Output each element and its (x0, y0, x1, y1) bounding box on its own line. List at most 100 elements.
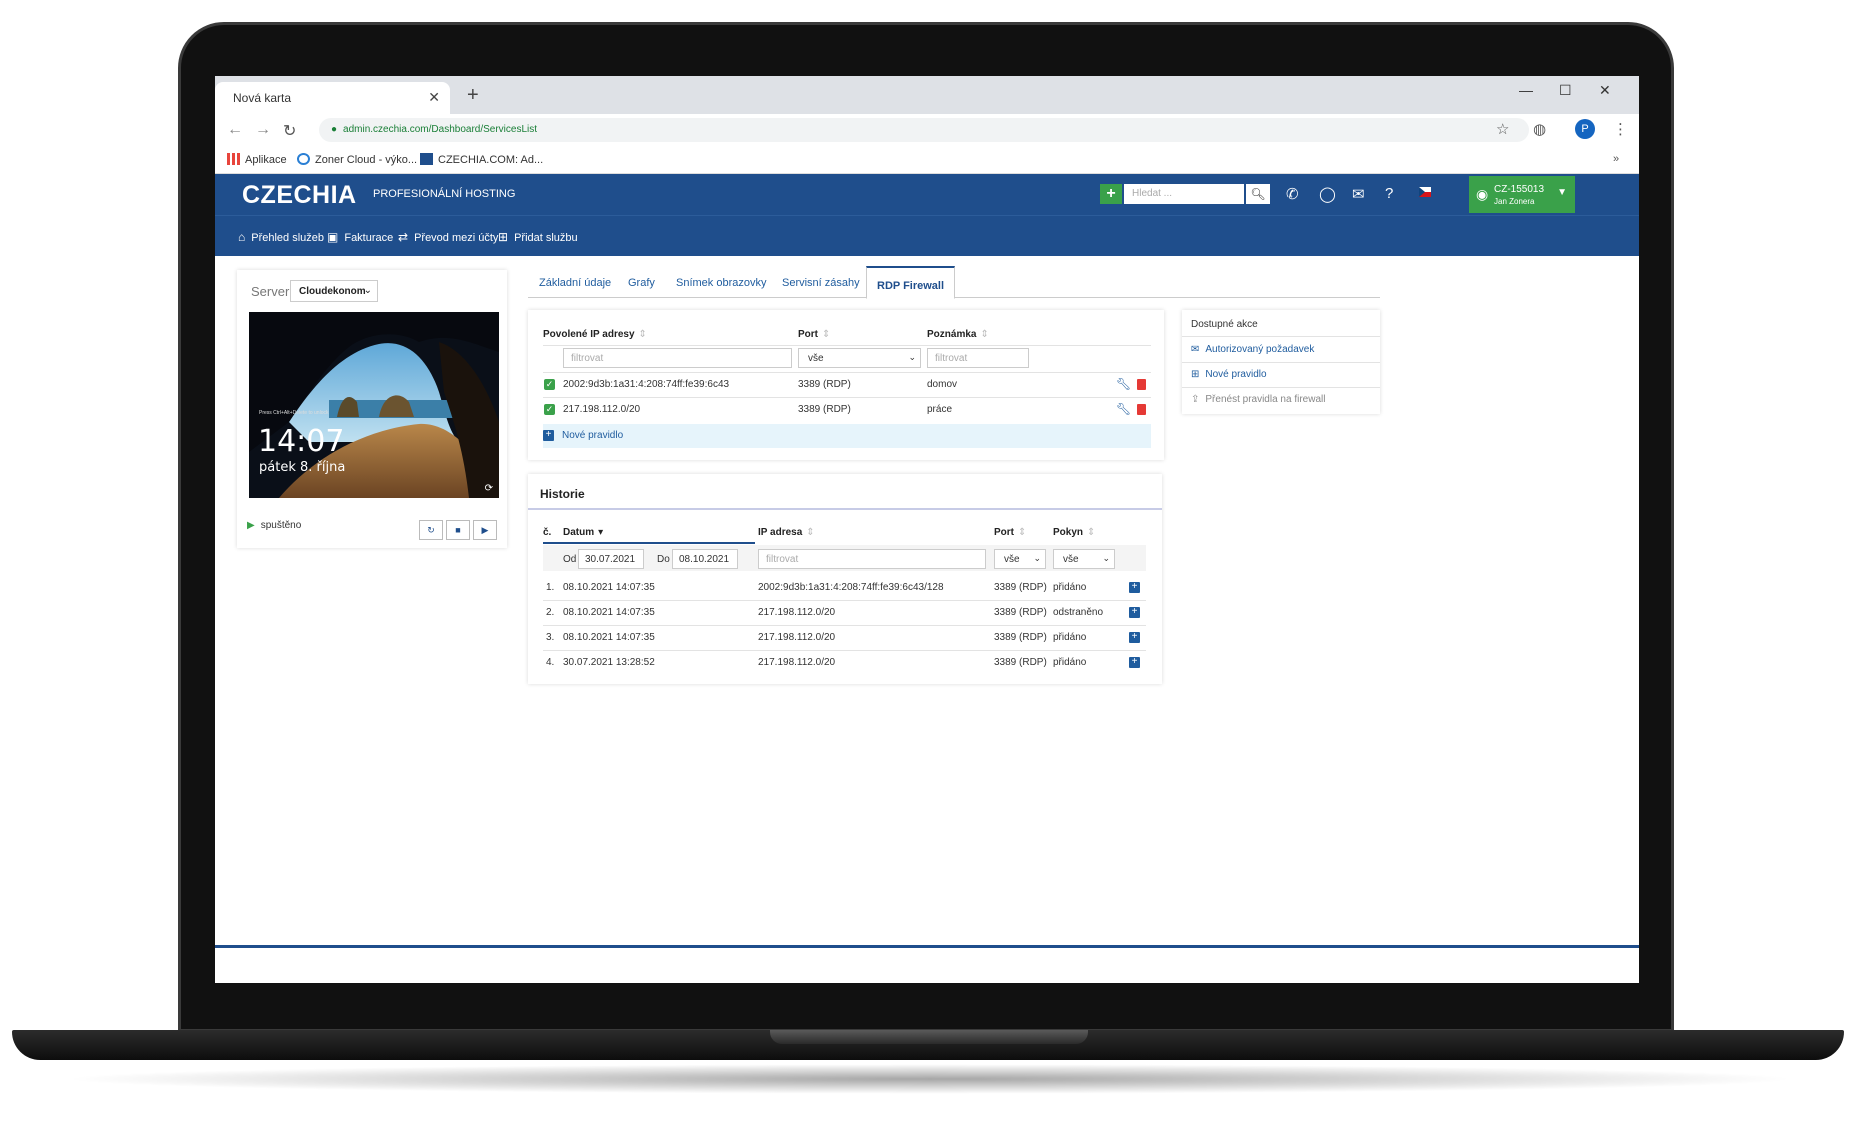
reload-icon[interactable]: ↻ (283, 121, 296, 141)
enabled-checkbox[interactable]: ✓ (544, 404, 555, 415)
divider (543, 650, 1146, 651)
tab-bar: Nová karta ✕ + — ☐ ✕ (215, 76, 1639, 114)
date-to-input[interactable]: 08.10.2021 (672, 549, 738, 569)
expand-plus-icon[interactable]: + (1129, 632, 1140, 643)
start-button[interactable]: ▶ (473, 520, 497, 540)
expand-plus-icon[interactable]: + (1129, 582, 1140, 593)
play-icon: ▶ (481, 525, 489, 535)
restart-button[interactable]: ↻ (419, 520, 443, 540)
new-rule-link[interactable]: Nové pravidlo (562, 430, 623, 441)
tab-rdp-firewall[interactable]: RDP Firewall (866, 266, 956, 299)
port-filter-select[interactable]: vše ⌄ (798, 348, 921, 368)
bookmark-apps[interactable]: Aplikace (227, 153, 287, 166)
maximize-icon[interactable]: ☐ (1559, 82, 1572, 99)
stop-button[interactable]: ■ (446, 520, 470, 540)
col-port[interactable]: Port ⇕ (994, 527, 1026, 538)
bookmark-czechia[interactable]: CZECHIA.COM: Ad... (420, 153, 543, 166)
czechia-logo[interactable]: CZECHIA (242, 181, 357, 210)
browser-menu-icon[interactable]: ⋮ (1613, 120, 1628, 138)
server-screenshot[interactable]: Press Ctrl+Alt+Delete to unlock 14:07 pá… (249, 312, 499, 498)
phone-icon[interactable]: ✆ (1286, 185, 1299, 203)
add-button[interactable]: + (1100, 184, 1122, 204)
history-title: Historie (540, 487, 585, 501)
col-date[interactable]: Datum ▾ (563, 527, 603, 538)
action-new-rule[interactable]: ⊞ Nové pravidlo (1191, 369, 1267, 380)
tab-graphs[interactable]: Grafy (628, 277, 655, 289)
row-action: přidáno (1053, 582, 1087, 593)
row-action: přidáno (1053, 657, 1087, 668)
more-bookmarks-icon[interactable]: » (1613, 153, 1619, 165)
close-window-icon[interactable]: ✕ (1599, 82, 1611, 99)
laptop-mockup: Nová karta ✕ + — ☐ ✕ ← → ↻ ● admin.czechi… (0, 0, 1858, 1138)
server-select[interactable]: Cloudekonom ⌄ (290, 280, 378, 302)
divider (1182, 362, 1380, 363)
col-allowed-ips[interactable]: Povolené IP adresy ⇕ (543, 329, 647, 340)
row-ip: 217.198.112.0/20 (758, 632, 836, 643)
enabled-checkbox[interactable]: ✓ (544, 379, 555, 390)
divider (1182, 387, 1380, 388)
back-icon[interactable]: ← (227, 121, 243, 139)
minimize-icon[interactable]: — (1519, 82, 1533, 98)
row-note: práce (927, 404, 953, 415)
new-rule-row[interactable]: + Nové pravidlo (543, 424, 1151, 448)
bookmark-star-icon[interactable]: ☆ (1496, 120, 1509, 138)
nav-add-service[interactable]: ⊞ Přidat službu (498, 230, 578, 244)
tab-basic-info[interactable]: Základní údaje (539, 277, 611, 289)
action-push-rules[interactable]: ⇪ Přenést pravidla na firewall (1191, 394, 1325, 405)
ip-filter-input[interactable]: filtrovat (563, 348, 792, 368)
nav-label: Přidat službu (514, 232, 578, 244)
date-from-input[interactable]: 30.07.2021 (578, 549, 644, 569)
row-action: odstraněno (1053, 607, 1104, 618)
close-tab-icon[interactable]: ✕ (428, 89, 440, 106)
col-port[interactable]: Port ⇕ (798, 329, 830, 340)
port-filter-select[interactable]: vše ⌄ (994, 549, 1046, 569)
expand-plus-icon[interactable]: + (1129, 607, 1140, 618)
delete-trash-icon[interactable] (1137, 404, 1146, 415)
forward-icon[interactable]: → (255, 121, 271, 139)
row-date: 08.10.2021 14:07:35 (563, 607, 655, 618)
search-icon[interactable]: 🔍︎ (1246, 184, 1270, 204)
chat-icon[interactable]: ◯ (1319, 185, 1336, 203)
status-label: spuštěno (260, 520, 302, 531)
nav-services-overview[interactable]: ⌂ Přehled služeb (238, 230, 324, 244)
czechia-icon (420, 153, 433, 165)
new-tab-icon[interactable]: + (467, 84, 479, 107)
ip-filter-input[interactable]: filtrovat (758, 549, 986, 569)
expand-plus-icon[interactable]: + (1129, 657, 1140, 668)
bookmark-label: Aplikace (245, 154, 287, 166)
mail-icon[interactable]: ✉ (1352, 185, 1365, 203)
url-field[interactable]: ● admin.czechia.com/Dashboard/ServicesLis… (319, 118, 1529, 142)
col-action[interactable]: Pokyn ⇕ (1053, 527, 1095, 538)
czech-flag-icon[interactable] (1419, 187, 1431, 200)
row-number: 2. (546, 607, 555, 618)
sort-icon: ⇕ (822, 329, 831, 340)
note-filter-input[interactable]: filtrovat (927, 348, 1029, 368)
edit-wrench-icon[interactable]: 🔧︎ (1116, 402, 1131, 416)
account-menu[interactable]: ◉ CZ-155013 Jan Zonera ▼ (1469, 176, 1575, 213)
tab-service-interventions[interactable]: Servisní zásahy (782, 277, 860, 289)
row-date: 08.10.2021 14:07:35 (563, 632, 655, 643)
bookmark-zoner-cloud[interactable]: Zoner Cloud - výko... (297, 153, 417, 166)
search-input[interactable]: Hledat ... (1124, 184, 1244, 204)
nav-billing[interactable]: ▣ Fakturace (327, 230, 393, 244)
delete-trash-icon[interactable] (1137, 379, 1146, 390)
col-note[interactable]: Poznámka ⇕ (927, 329, 989, 340)
help-icon[interactable]: ? (1385, 185, 1393, 202)
lockscreen-hint: Press Ctrl+Alt+Delete to unlock (259, 410, 329, 416)
nav-account-transfer[interactable]: ⇄ Převod mezi účty (398, 230, 498, 244)
action-authorized-request[interactable]: ✉ Autorizovaný požadavek (1191, 344, 1314, 355)
refresh-screenshot-icon[interactable]: ⟳ (485, 483, 493, 494)
profile-avatar[interactable]: P (1575, 119, 1595, 139)
extension-icon[interactable]: ◍ (1533, 120, 1546, 138)
row-port: 3389 (RDP) (994, 632, 1047, 643)
user-icon: ◉ (1476, 186, 1489, 202)
divider (543, 600, 1146, 601)
app-header: CZECHIA PROFESIONÁLNÍ HOSTING + Hledat .… (215, 174, 1639, 215)
col-ip[interactable]: IP adresa ⇕ (758, 527, 815, 538)
transfer-icon: ⇄ (398, 230, 409, 244)
tab-screenshot[interactable]: Snímek obrazovky (676, 277, 766, 289)
edit-wrench-icon[interactable]: 🔧︎ (1116, 377, 1131, 391)
plus-square-icon: ⊞ (1191, 369, 1200, 380)
action-filter-select[interactable]: vše ⌄ (1053, 549, 1115, 569)
browser-tab[interactable]: Nová karta ✕ (215, 82, 450, 114)
